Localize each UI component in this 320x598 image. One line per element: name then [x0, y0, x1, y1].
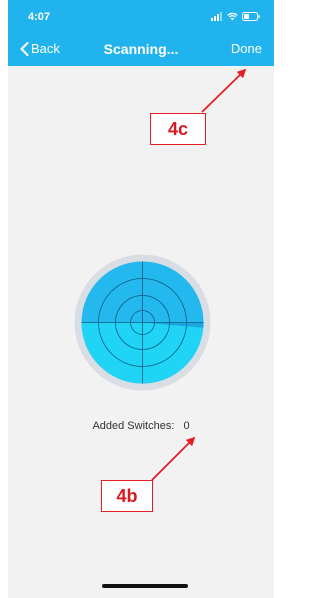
done-button[interactable]: Done	[231, 41, 262, 56]
added-switches-count: 0	[183, 420, 190, 432]
radar-scan-graphic	[74, 254, 211, 391]
callout-4c: 4c	[150, 113, 206, 145]
signal-icon	[211, 11, 222, 21]
wifi-icon	[227, 12, 238, 20]
status-bar: 4:07	[8, 0, 274, 32]
callout-4b: 4b	[101, 480, 153, 512]
navigation-bar: Back Scanning... Done	[8, 32, 274, 66]
added-switches-row: Added Switches: 0	[8, 420, 274, 432]
battery-icon	[242, 11, 260, 21]
status-icons	[211, 11, 260, 21]
home-indicator	[102, 584, 188, 588]
status-time: 4:07	[28, 11, 51, 23]
added-switches-label: Added Switches:	[92, 420, 175, 432]
